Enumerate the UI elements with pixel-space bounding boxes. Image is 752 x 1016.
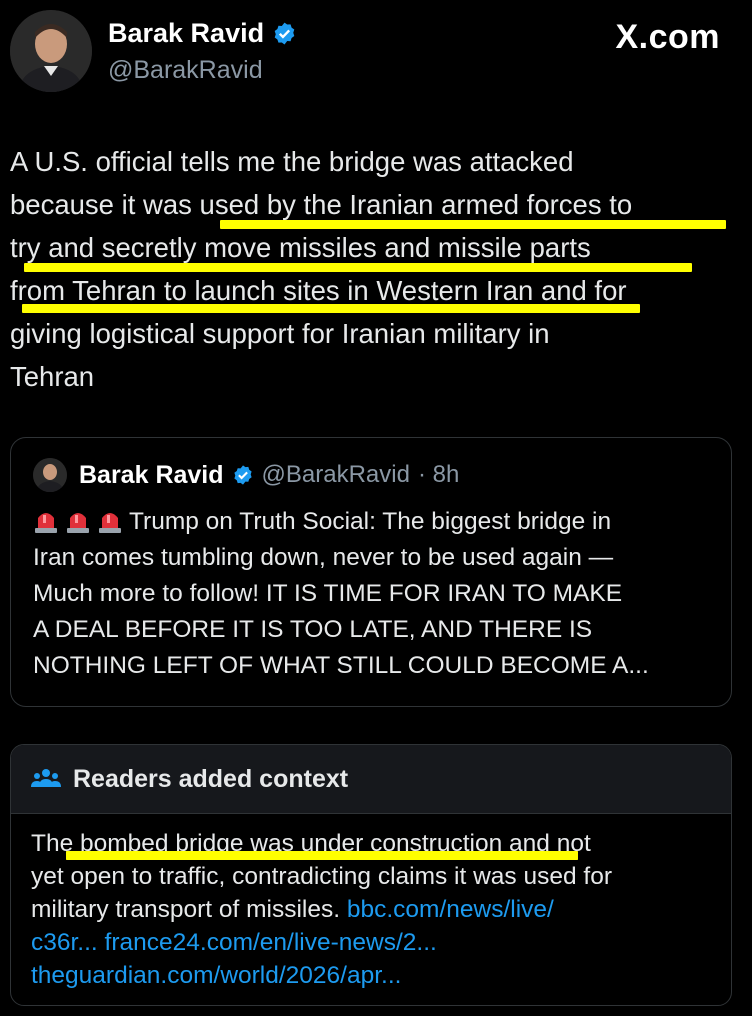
quoted-line: NOTHING LEFT OF WHAT STILL COULD BECOME … bbox=[33, 652, 649, 679]
siren-icon bbox=[99, 513, 121, 533]
verified-badge-icon bbox=[233, 465, 252, 485]
community-note: Readers added context The bombed bridge … bbox=[10, 744, 732, 1006]
quoted-line: Trump on Truth Social: The biggest bridg… bbox=[129, 508, 612, 535]
avatar[interactable] bbox=[10, 10, 92, 92]
quoted-line: Iran comes tumbling down, never to be us… bbox=[33, 544, 614, 571]
quoted-tweet-body: Trump on Truth Social: The biggest bridg… bbox=[33, 504, 723, 684]
source-link-bbc-cont[interactable]: c36r... bbox=[31, 929, 98, 956]
quoted-line: Much more to follow! IT IS TIME FOR IRAN… bbox=[33, 580, 623, 607]
note-line: military transport of missiles. bbc.com/… bbox=[31, 893, 721, 926]
tweet-line: giving logistical support for Iranian mi… bbox=[10, 318, 550, 349]
quoted-tweet-header: Barak Ravid @BarakRavid · 8h bbox=[33, 458, 459, 492]
author-name-row: Barak Ravid bbox=[108, 18, 297, 49]
tweet-line: Tehran bbox=[10, 361, 95, 392]
tweet-line: A U.S. official tells me the bridge was … bbox=[10, 146, 574, 177]
tweet-header: Barak Ravid @BarakRavid X.com bbox=[0, 0, 752, 110]
author-handle[interactable]: @BarakRavid bbox=[108, 56, 263, 85]
note-line: c36r... france24.com/en/live-news/2... bbox=[31, 926, 721, 959]
author-name[interactable]: Barak Ravid bbox=[108, 18, 264, 49]
tweet-body: A U.S. official tells me the bridge was … bbox=[10, 140, 740, 398]
source-link-bbc[interactable]: bbc.com/news/live/ bbox=[347, 896, 554, 923]
source-link-france24[interactable]: france24.com/en/live-news/2... bbox=[105, 929, 437, 956]
siren-icon bbox=[35, 513, 57, 533]
community-note-title: Readers added context bbox=[73, 764, 349, 793]
people-icon bbox=[31, 769, 61, 787]
quoted-tweet[interactable]: Barak Ravid @BarakRavid · 8h Trump on Tr… bbox=[10, 437, 732, 707]
verified-badge-icon bbox=[274, 22, 295, 45]
quoted-author-name[interactable]: Barak Ravid bbox=[79, 461, 224, 490]
tweet-line: from Tehran to launch sites in Western I… bbox=[10, 275, 627, 306]
community-note-header[interactable]: Readers added context bbox=[11, 745, 731, 814]
quoted-line: A DEAL BEFORE IT IS TOO LATE, AND THERE … bbox=[33, 616, 593, 643]
note-text: military transport of missiles. bbox=[31, 896, 347, 923]
tweet-line: because it was used by the Iranian armed… bbox=[10, 189, 633, 220]
note-line: yet open to traffic, contradicting claim… bbox=[31, 863, 613, 890]
tweet-line: try and secretly move missiles and missi… bbox=[10, 232, 591, 263]
note-line: theguardian.com/world/2026/apr... bbox=[31, 959, 721, 992]
quoted-author-handle[interactable]: @BarakRavid bbox=[262, 461, 410, 489]
highlight-mark bbox=[66, 851, 578, 860]
quoted-timestamp[interactable]: · 8h bbox=[418, 461, 459, 489]
siren-icon bbox=[67, 513, 89, 533]
brand-logo: X.com bbox=[615, 18, 720, 56]
quoted-first-line: Trump on Truth Social: The biggest bridg… bbox=[33, 504, 723, 540]
quoted-avatar[interactable] bbox=[33, 458, 67, 492]
source-link-guardian[interactable]: theguardian.com/world/2026/apr... bbox=[31, 962, 401, 989]
